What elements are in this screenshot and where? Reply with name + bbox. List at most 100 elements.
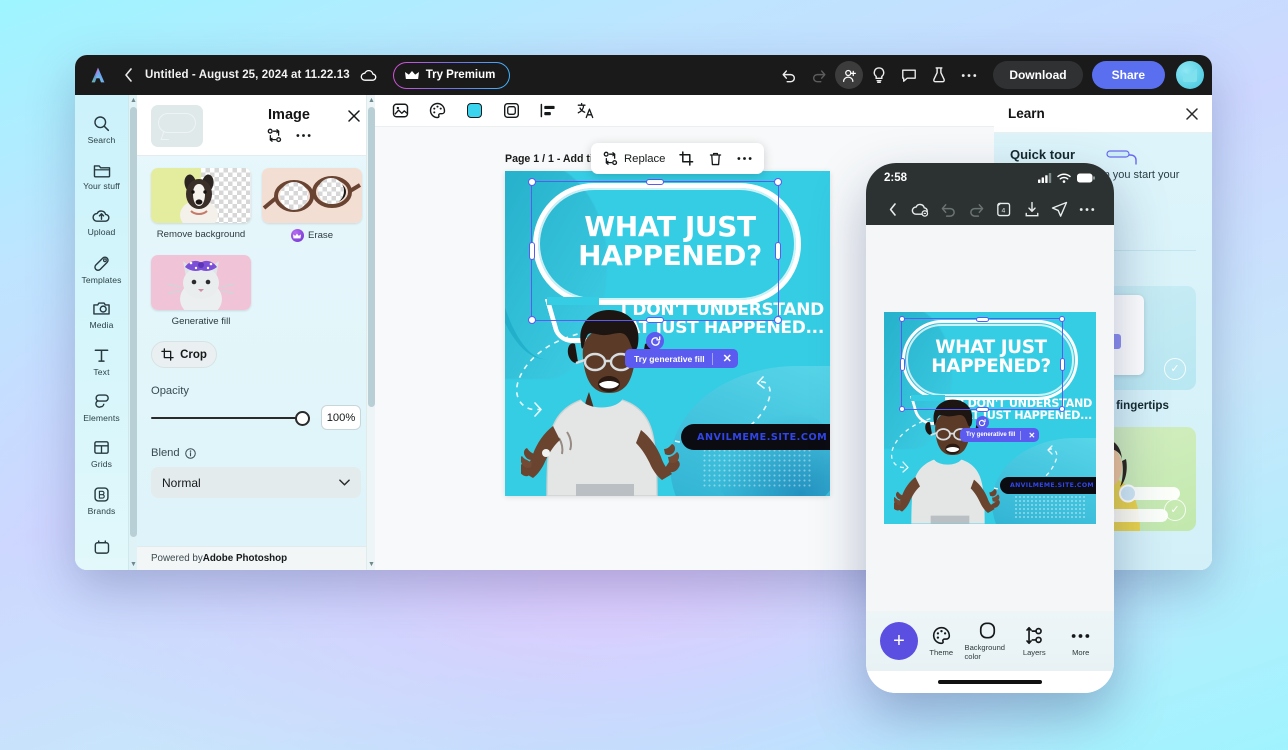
download-icon[interactable] (1018, 201, 1046, 218)
redo-icon[interactable] (805, 61, 833, 89)
grids-icon (94, 441, 109, 455)
resize-handle-left[interactable] (529, 242, 535, 260)
sidebar-item-text[interactable]: Text (75, 338, 128, 384)
close-icon[interactable] (345, 107, 363, 125)
back-button[interactable] (115, 62, 141, 88)
phone-nav-layers[interactable]: Layers (1011, 626, 1058, 657)
try-generative-fill-pill[interactable]: Try generative fill ✕ (625, 349, 738, 368)
send-icon[interactable] (1046, 201, 1074, 218)
beaker-icon[interactable] (925, 61, 953, 89)
sidebar-item-search[interactable]: Search (75, 107, 128, 153)
phone-nav-background-color[interactable]: Background color (965, 621, 1012, 661)
image-edit-icon[interactable] (391, 101, 410, 120)
plus-icon: + (893, 629, 905, 652)
panel-scrollbar[interactable]: ▲ ▼ (366, 95, 375, 570)
rotate-icon[interactable] (646, 332, 664, 350)
resize-handle-right[interactable] (775, 242, 781, 260)
panel-header: Image (137, 95, 375, 155)
scroll-up-icon[interactable]: ▲ (130, 97, 137, 104)
resize-handle-top-right[interactable] (774, 178, 782, 186)
sidebar-item-grids[interactable]: Grids (75, 431, 128, 477)
phone-nav-label: More (1072, 647, 1090, 657)
resize-handle-bottom-right[interactable] (774, 316, 782, 324)
align-icon[interactable] (539, 101, 558, 120)
sidebar-item-elements[interactable]: Elements (75, 385, 128, 431)
comment-icon[interactable] (895, 61, 923, 89)
blend-mode-select[interactable]: Normal (151, 467, 361, 498)
opacity-slider[interactable] (151, 410, 310, 426)
resize-handle-top[interactable] (646, 179, 664, 185)
undo-icon[interactable] (775, 61, 803, 89)
effect-generative-fill[interactable]: Generative fill (151, 255, 251, 327)
download-button[interactable]: Download (993, 61, 1083, 89)
scrollbar-thumb[interactable] (368, 107, 375, 407)
share-button[interactable]: Share (1091, 61, 1165, 89)
sidebar-item-overflow[interactable] (75, 524, 128, 570)
crop-button[interactable]: Crop (151, 341, 217, 368)
scrollbar-thumb[interactable] (130, 107, 137, 537)
phone-nav-theme[interactable]: Theme (918, 626, 965, 657)
frame-icon[interactable] (502, 101, 521, 120)
add-button[interactable]: + (880, 622, 918, 660)
close-icon[interactable] (1186, 107, 1198, 120)
opacity-value-input[interactable]: 100% (321, 405, 361, 430)
adobe-express-logo-icon[interactable] (87, 64, 109, 86)
page-count-icon[interactable]: 4 (990, 201, 1018, 218)
effect-label: Erase (307, 230, 334, 241)
app-top-bar: Untitled - August 25, 2024 at 11.22.13 T… (75, 55, 1212, 95)
phone-design-preview[interactable]: WHAT JUST HAPPENED? I DON'T UNDERSTAND W… (884, 312, 1096, 524)
scroll-up-icon[interactable]: ▲ (368, 97, 375, 104)
fill-color-swatch-icon[interactable] (465, 101, 484, 120)
try-premium-label: Try Premium (425, 69, 496, 81)
scroll-down-icon[interactable]: ▼ (130, 561, 137, 568)
cloud-sync-icon[interactable] (907, 202, 935, 217)
add-person-icon[interactable] (835, 61, 864, 89)
lightbulb-icon[interactable] (865, 61, 893, 89)
color-palette-icon[interactable] (428, 101, 447, 120)
more-horizontal-icon[interactable] (955, 61, 983, 89)
effect-erase[interactable]: Erase (262, 168, 362, 242)
resize-handle-top-left[interactable] (528, 178, 536, 186)
phone-genfill-close: ✕ (1028, 430, 1036, 440)
replace-icon[interactable] (267, 128, 282, 143)
chevron-left-icon[interactable] (879, 202, 907, 216)
learn-panel-header: Learn (994, 95, 1212, 133)
info-icon[interactable] (184, 447, 196, 459)
trash-icon[interactable] (708, 151, 723, 167)
selection-frame[interactable] (528, 178, 782, 350)
avatar[interactable] (1176, 61, 1204, 89)
home-indicator[interactable] (938, 680, 1042, 684)
close-icon[interactable]: ✕ (720, 352, 735, 365)
scroll-down-icon[interactable]: ▼ (368, 561, 375, 568)
resize-handle-bottom[interactable] (646, 317, 664, 323)
design-url-pill[interactable]: ANVILMEME.SITE.COM (681, 424, 830, 450)
translate-icon[interactable] (576, 101, 595, 120)
sidebar-label: Templates (81, 274, 122, 285)
undo-icon[interactable] (935, 202, 963, 217)
more-horizontal-icon[interactable] (296, 133, 311, 138)
more-horizontal-icon[interactable] (1073, 207, 1101, 212)
replace-button[interactable]: Replace (603, 151, 665, 166)
layers-icon (1025, 626, 1042, 644)
sidebar-scrollbar[interactable]: ▲ ▼ (128, 95, 137, 570)
try-premium-button[interactable]: Try Premium (393, 62, 511, 89)
document-title[interactable]: Untitled - August 25, 2024 at 11.22.13 (145, 69, 350, 81)
person-photo[interactable] (521, 296, 701, 496)
more-horizontal-icon[interactable] (737, 156, 752, 161)
design-artboard[interactable]: WHAT JUST HAPPENED? I DON'T UNDERSTAND W… (505, 171, 830, 496)
sidebar-item-brands[interactable]: Brands (75, 477, 128, 523)
cloud-icon[interactable] (360, 69, 377, 82)
resize-handle-bottom-left[interactable] (528, 316, 536, 324)
sidebar-item-media[interactable]: Media (75, 292, 128, 338)
effect-remove-background[interactable]: Remove background (151, 168, 251, 242)
sidebar-item-your-stuff[interactable]: Your stuff (75, 153, 128, 199)
chevron-down-icon (339, 479, 350, 486)
phone-nav-more[interactable]: More (1058, 626, 1105, 657)
crop-icon[interactable] (679, 151, 694, 166)
opacity-slider-knob[interactable] (295, 410, 310, 426)
redo-icon[interactable] (962, 202, 990, 217)
sidebar-item-upload[interactable]: Upload (75, 200, 128, 246)
sidebar-label: Search (87, 135, 116, 146)
phone-home-indicator-area (866, 671, 1114, 693)
sidebar-item-templates[interactable]: Templates (75, 246, 128, 292)
